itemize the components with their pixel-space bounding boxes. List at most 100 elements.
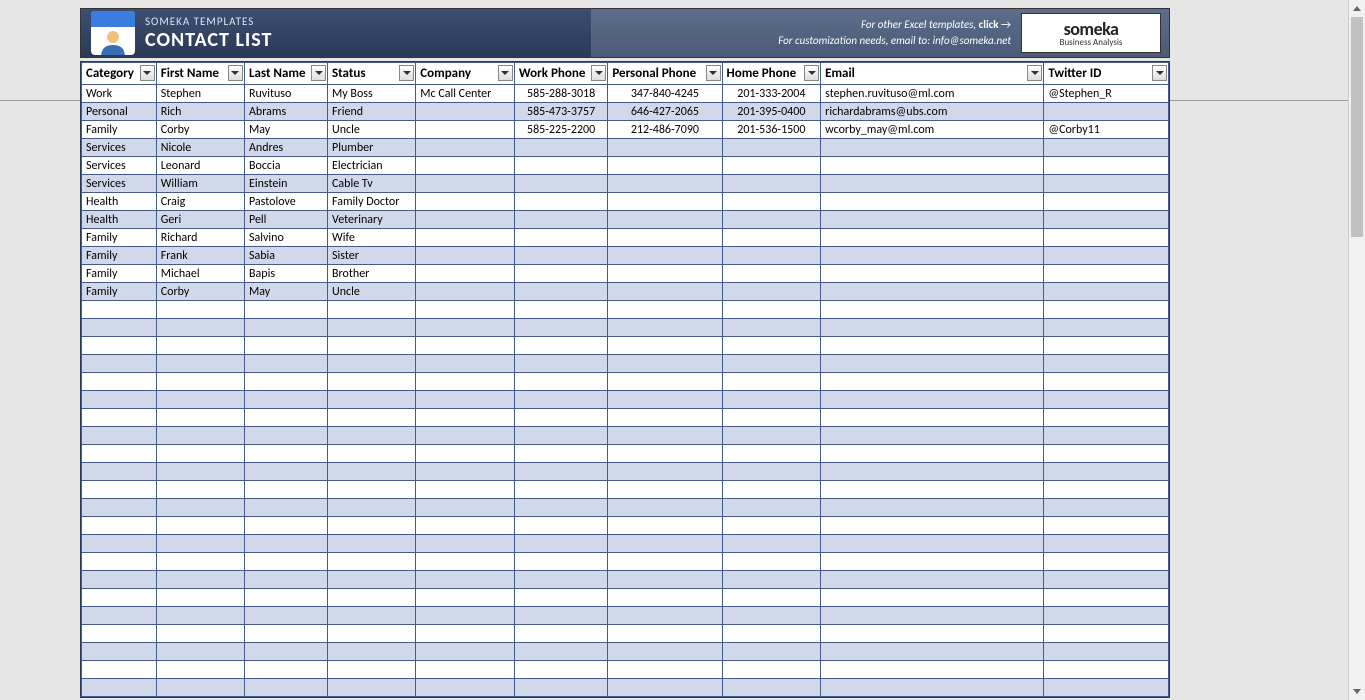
table-row[interactable] (82, 643, 1169, 661)
cell-twitter[interactable] (1044, 193, 1169, 211)
cell-work_phone[interactable] (514, 193, 607, 211)
cell-email[interactable] (821, 481, 1044, 499)
cell-email[interactable] (821, 625, 1044, 643)
cell-company[interactable] (416, 517, 515, 535)
cell-work_phone[interactable] (514, 661, 607, 679)
cell-email[interactable] (821, 229, 1044, 247)
filter-dropdown-icon[interactable] (1027, 65, 1042, 81)
cell-last_name[interactable] (244, 643, 327, 661)
column-header-status[interactable]: Status (328, 63, 416, 85)
table-row[interactable]: WorkStephenRuvitusoMy BossMc Call Center… (82, 85, 1169, 103)
cell-email[interactable] (821, 679, 1044, 697)
cell-email[interactable] (821, 499, 1044, 517)
vertical-scrollbar[interactable] (1348, 0, 1365, 700)
cell-work_phone[interactable] (514, 625, 607, 643)
cell-first_name[interactable] (156, 337, 244, 355)
cell-twitter[interactable]: @Stephen_R (1044, 85, 1169, 103)
cell-personal_phone[interactable] (608, 643, 722, 661)
cell-email[interactable] (821, 661, 1044, 679)
cell-personal_phone[interactable] (608, 247, 722, 265)
cell-work_phone[interactable] (514, 157, 607, 175)
cell-first_name[interactable] (156, 409, 244, 427)
cell-personal_phone[interactable]: 347-840-4245 (608, 85, 722, 103)
cell-email[interactable] (821, 409, 1044, 427)
cell-status[interactable] (328, 391, 416, 409)
cell-personal_phone[interactable] (608, 265, 722, 283)
cell-twitter[interactable] (1044, 535, 1169, 553)
cell-work_phone[interactable] (514, 301, 607, 319)
cell-twitter[interactable] (1044, 211, 1169, 229)
table-row[interactable] (82, 391, 1169, 409)
column-header-personal_phone[interactable]: Personal Phone (608, 63, 722, 85)
cell-category[interactable] (82, 643, 157, 661)
cell-work_phone[interactable] (514, 229, 607, 247)
cell-work_phone[interactable] (514, 643, 607, 661)
cell-category[interactable]: Services (82, 175, 157, 193)
cell-work_phone[interactable]: 585-288-3018 (514, 85, 607, 103)
cell-home_phone[interactable] (722, 607, 821, 625)
cell-category[interactable] (82, 373, 157, 391)
cell-email[interactable] (821, 193, 1044, 211)
cell-personal_phone[interactable] (608, 463, 722, 481)
cell-first_name[interactable]: Michael (156, 265, 244, 283)
cell-status[interactable] (328, 499, 416, 517)
cell-email[interactable] (821, 265, 1044, 283)
table-row[interactable] (82, 373, 1169, 391)
cell-home_phone[interactable]: 201-333-2004 (722, 85, 821, 103)
cell-home_phone[interactable] (722, 427, 821, 445)
cell-category[interactable] (82, 463, 157, 481)
table-row[interactable] (82, 499, 1169, 517)
cell-twitter[interactable] (1044, 553, 1169, 571)
cell-company[interactable] (416, 139, 515, 157)
cell-company[interactable] (416, 175, 515, 193)
column-header-last_name[interactable]: Last Name (244, 63, 327, 85)
cell-first_name[interactable]: Frank (156, 247, 244, 265)
cell-email[interactable]: wcorby_may@ml.com (821, 121, 1044, 139)
cell-company[interactable] (416, 283, 515, 301)
cell-last_name[interactable]: Ruvituso (244, 85, 327, 103)
table-row[interactable] (82, 355, 1169, 373)
cell-category[interactable]: Family (82, 265, 157, 283)
cell-work_phone[interactable] (514, 211, 607, 229)
cell-twitter[interactable] (1044, 139, 1169, 157)
cell-personal_phone[interactable] (608, 391, 722, 409)
cell-personal_phone[interactable] (608, 283, 722, 301)
scroll-up-button[interactable] (1349, 0, 1365, 17)
cell-category[interactable]: Work (82, 85, 157, 103)
table-row[interactable] (82, 589, 1169, 607)
cell-last_name[interactable] (244, 463, 327, 481)
cell-home_phone[interactable] (722, 193, 821, 211)
cell-category[interactable] (82, 553, 157, 571)
cell-email[interactable] (821, 301, 1044, 319)
cell-company[interactable] (416, 463, 515, 481)
cell-company[interactable] (416, 643, 515, 661)
cell-work_phone[interactable] (514, 337, 607, 355)
column-header-company[interactable]: Company (416, 63, 515, 85)
cell-first_name[interactable] (156, 427, 244, 445)
cell-work_phone[interactable] (514, 283, 607, 301)
cell-first_name[interactable] (156, 373, 244, 391)
cell-first_name[interactable]: Stephen (156, 85, 244, 103)
cell-last_name[interactable]: Sabia (244, 247, 327, 265)
cell-company[interactable] (416, 319, 515, 337)
cell-home_phone[interactable] (722, 445, 821, 463)
cell-home_phone[interactable] (722, 337, 821, 355)
cell-first_name[interactable] (156, 589, 244, 607)
filter-dropdown-icon[interactable] (228, 65, 243, 81)
cell-last_name[interactable] (244, 355, 327, 373)
cell-status[interactable] (328, 355, 416, 373)
cell-category[interactable] (82, 517, 157, 535)
table-row[interactable] (82, 427, 1169, 445)
cell-personal_phone[interactable] (608, 553, 722, 571)
cell-status[interactable]: Plumber (328, 139, 416, 157)
cell-first_name[interactable]: Craig (156, 193, 244, 211)
cell-status[interactable] (328, 517, 416, 535)
cell-home_phone[interactable]: 201-395-0400 (722, 103, 821, 121)
cell-work_phone[interactable] (514, 535, 607, 553)
cell-email[interactable] (821, 589, 1044, 607)
cell-twitter[interactable] (1044, 625, 1169, 643)
cell-twitter[interactable] (1044, 571, 1169, 589)
cell-company[interactable] (416, 553, 515, 571)
cell-first_name[interactable] (156, 481, 244, 499)
table-row[interactable]: HealthCraigPastoloveFamily Doctor (82, 193, 1169, 211)
